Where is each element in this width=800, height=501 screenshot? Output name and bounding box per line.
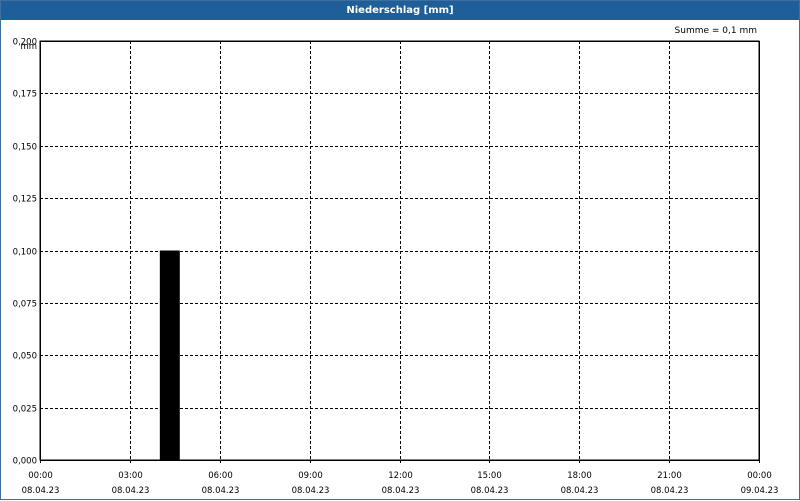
x-tick-time: 03:00 xyxy=(118,471,143,481)
x-tick-date: 09.04.23 xyxy=(741,486,779,496)
x-tick-time: 06:00 xyxy=(208,471,233,481)
x-tick-date: 08.04.23 xyxy=(561,486,599,496)
y-tick-label: 0,075 xyxy=(13,300,37,310)
x-tick-time: 09:00 xyxy=(298,471,323,481)
y-tick-label: 0,125 xyxy=(13,195,37,205)
x-tick-date: 08.04.23 xyxy=(651,486,689,496)
x-tick-time: 18:00 xyxy=(567,471,592,481)
precipitation-bar xyxy=(159,250,180,460)
x-tick-time: 12:00 xyxy=(388,471,413,481)
y-tick-label: 0,050 xyxy=(13,352,37,362)
y-tick-label: 0,150 xyxy=(13,143,37,153)
x-tick-date: 08.04.23 xyxy=(22,486,60,496)
x-tick-time: 21:00 xyxy=(657,471,682,481)
plot-area xyxy=(39,40,760,461)
x-tick-date: 08.04.23 xyxy=(471,486,509,496)
y-axis-label: mm xyxy=(20,42,37,52)
precipitation-chart: 0,000 0,025 0,050 0,075 0,100 0,125 0,150 0,175… xyxy=(13,38,779,497)
x-tick-time: 00:00 xyxy=(28,471,53,481)
x-tick-date: 08.04.23 xyxy=(382,486,420,496)
x-tick-time: 00:00 xyxy=(747,471,772,481)
x-tick-date: 08.04.23 xyxy=(202,486,240,496)
x-tick-time: 15:00 xyxy=(477,471,502,481)
x-tick-date: 08.04.23 xyxy=(292,486,330,496)
chart-window: Niederschlag [mm] Summe = 0,1 mm 0,000 0,… xyxy=(0,0,800,500)
y-tick-label: 0,100 xyxy=(13,248,37,258)
y-tick-label: 0,175 xyxy=(13,90,37,100)
y-tick-label: 0,000 xyxy=(13,457,37,467)
x-tick-date: 08.04.23 xyxy=(112,486,150,496)
y-tick-label: 0,025 xyxy=(13,405,37,415)
